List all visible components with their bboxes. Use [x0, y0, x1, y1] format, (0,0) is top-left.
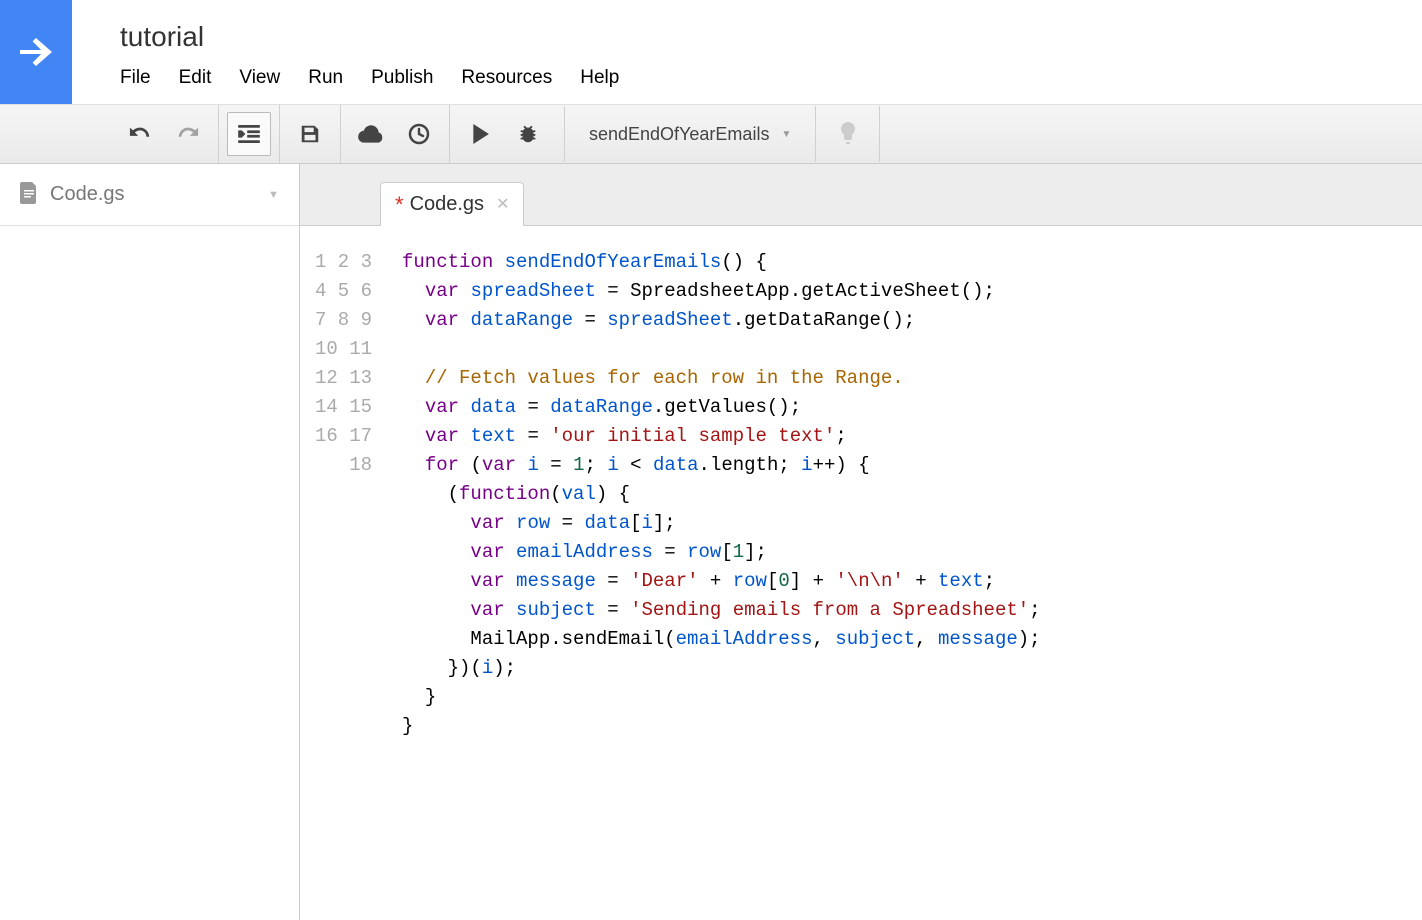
save-icon [299, 123, 321, 145]
unsaved-indicator-icon: * [395, 194, 404, 216]
menu-help[interactable]: Help [580, 67, 619, 89]
triggers-button[interactable] [397, 112, 441, 156]
menu-view[interactable]: View [239, 67, 280, 89]
code-text[interactable]: function sendEndOfYearEmails() { var spr… [384, 226, 1422, 920]
clock-icon [407, 122, 431, 146]
editor-tab[interactable]: * Code.gs ✕ [380, 182, 524, 226]
undo-icon [129, 123, 151, 145]
lightbulb-icon [836, 120, 860, 148]
menu-resources[interactable]: Resources [461, 67, 552, 89]
line-number-gutter: 1 2 3 4 5 6 7 8 9 10 11 12 13 14 15 16 1… [300, 226, 384, 920]
editor-tab-strip: * Code.gs ✕ [300, 164, 1422, 226]
menu-run[interactable]: Run [308, 67, 343, 89]
menu-bar: File Edit View Run Publish Resources Hel… [114, 67, 1422, 89]
arrow-right-icon [12, 28, 60, 76]
script-file-icon [20, 182, 38, 207]
cloud-icon [358, 123, 384, 145]
code-editor[interactable]: 1 2 3 4 5 6 7 8 9 10 11 12 13 14 15 16 1… [300, 226, 1422, 920]
save-button[interactable] [288, 112, 332, 156]
caret-down-icon: ▼ [781, 129, 791, 140]
project-title[interactable]: tutorial [114, 21, 1422, 53]
function-selector[interactable]: sendEndOfYearEmails ▼ [564, 106, 816, 162]
play-icon [471, 124, 489, 144]
toolbar: sendEndOfYearEmails ▼ [0, 104, 1422, 164]
function-selector-label: sendEndOfYearEmails [589, 124, 769, 145]
bug-icon [517, 123, 539, 145]
run-button[interactable] [458, 112, 502, 156]
sidebar-file-label: Code.gs [50, 183, 268, 206]
menu-file[interactable]: File [120, 67, 151, 89]
hints-button[interactable] [816, 106, 880, 162]
file-sidebar: Code.gs ▼ [0, 164, 300, 920]
undo-button[interactable] [118, 112, 162, 156]
editor-tab-label: Code.gs [410, 193, 485, 216]
redo-button[interactable] [166, 112, 210, 156]
menu-publish[interactable]: Publish [371, 67, 433, 89]
sidebar-resize-handle[interactable] [287, 164, 299, 920]
caret-down-icon[interactable]: ▼ [268, 189, 279, 201]
redo-icon [177, 123, 199, 145]
indent-icon [238, 125, 260, 143]
indent-button[interactable] [227, 112, 271, 156]
app-logo[interactable] [0, 0, 72, 104]
debug-button[interactable] [506, 112, 550, 156]
deploy-button[interactable] [349, 112, 393, 156]
sidebar-file-item[interactable]: Code.gs ▼ [0, 164, 299, 226]
tab-close-button[interactable]: ✕ [496, 197, 509, 213]
menu-edit[interactable]: Edit [179, 67, 212, 89]
